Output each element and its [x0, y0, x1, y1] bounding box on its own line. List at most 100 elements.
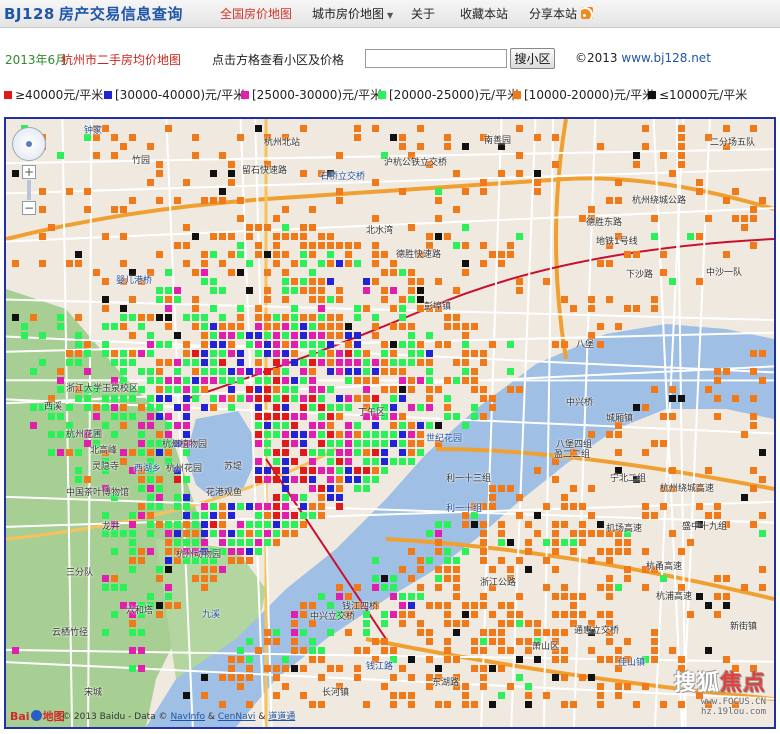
price-cell[interactable]	[381, 638, 388, 645]
price-cell[interactable]	[480, 359, 487, 366]
price-cell[interactable]	[192, 233, 199, 240]
price-cell[interactable]	[498, 629, 505, 636]
price-cell[interactable]	[588, 296, 595, 303]
price-cell[interactable]	[129, 512, 136, 519]
price-cell[interactable]	[345, 323, 352, 330]
price-cell[interactable]	[273, 386, 280, 393]
price-cell[interactable]	[228, 674, 235, 681]
price-cell[interactable]	[228, 395, 235, 402]
price-cell[interactable]	[12, 314, 19, 321]
price-cell[interactable]	[507, 368, 514, 375]
price-cell[interactable]	[273, 377, 280, 384]
price-cell[interactable]	[381, 584, 388, 591]
price-cell[interactable]	[417, 305, 424, 312]
price-cell[interactable]	[201, 377, 208, 384]
price-cell[interactable]	[570, 539, 577, 546]
price-cell[interactable]	[651, 440, 658, 447]
price-cell[interactable]	[300, 467, 307, 474]
price-cell[interactable]	[183, 539, 190, 546]
price-cell[interactable]	[84, 368, 91, 375]
price-cell[interactable]	[165, 386, 172, 393]
price-cell[interactable]	[147, 494, 154, 501]
price-cell[interactable]	[408, 431, 415, 438]
price-cell[interactable]	[75, 260, 82, 267]
price-cell[interactable]	[192, 305, 199, 312]
price-cell[interactable]	[408, 323, 415, 330]
price-cell[interactable]	[327, 602, 334, 609]
price-cell[interactable]	[525, 548, 532, 555]
price-cell[interactable]	[462, 143, 469, 150]
price-cell[interactable]	[174, 503, 181, 510]
price-cell[interactable]	[291, 323, 298, 330]
price-cell[interactable]	[30, 314, 37, 321]
price-cell[interactable]	[363, 305, 370, 312]
price-cell[interactable]	[246, 521, 253, 528]
price-cell[interactable]	[426, 602, 433, 609]
price-cell[interactable]	[669, 395, 676, 402]
price-cell[interactable]	[372, 323, 379, 330]
price-cell[interactable]	[345, 467, 352, 474]
price-cell[interactable]	[498, 647, 505, 654]
price-cell[interactable]	[408, 575, 415, 582]
price-cell[interactable]	[498, 260, 505, 267]
price-cell[interactable]	[300, 476, 307, 483]
price-cell[interactable]	[255, 341, 262, 348]
price-cell[interactable]	[192, 152, 199, 159]
price-cell[interactable]	[660, 269, 667, 276]
price-cell[interactable]	[345, 341, 352, 348]
price-cell[interactable]	[273, 359, 280, 366]
price-cell[interactable]	[111, 152, 118, 159]
price-cell[interactable]	[156, 287, 163, 294]
price-cell[interactable]	[147, 548, 154, 555]
price-cell[interactable]	[102, 305, 109, 312]
price-cell[interactable]	[264, 224, 271, 231]
price-cell[interactable]	[147, 521, 154, 528]
price-cell[interactable]	[84, 206, 91, 213]
price-cell[interactable]	[255, 647, 262, 654]
price-cell[interactable]	[300, 170, 307, 177]
price-cell[interactable]	[462, 269, 469, 276]
price-cell[interactable]	[318, 503, 325, 510]
price-cell[interactable]	[273, 260, 280, 267]
price-cell[interactable]	[579, 215, 586, 222]
price-cell[interactable]	[705, 215, 712, 222]
price-cell[interactable]	[642, 548, 649, 555]
price-cell[interactable]	[462, 332, 469, 339]
price-cell[interactable]	[12, 260, 19, 267]
price-cell[interactable]	[363, 359, 370, 366]
price-cell[interactable]	[507, 566, 514, 573]
price-cell[interactable]	[345, 332, 352, 339]
price-cell[interactable]	[246, 656, 253, 663]
price-cell[interactable]	[417, 143, 424, 150]
price-cell[interactable]	[273, 323, 280, 330]
price-cell[interactable]	[723, 575, 730, 582]
price-cell[interactable]	[228, 170, 235, 177]
price-cell[interactable]	[75, 350, 82, 357]
price-cell[interactable]	[381, 611, 388, 618]
price-cell[interactable]	[381, 467, 388, 474]
price-cell[interactable]	[597, 323, 604, 330]
price-cell[interactable]	[579, 674, 586, 681]
price-cell[interactable]	[336, 431, 343, 438]
price-cell[interactable]	[480, 665, 487, 672]
price-cell[interactable]	[318, 593, 325, 600]
price-cell[interactable]	[30, 404, 37, 411]
price-cell[interactable]	[417, 296, 424, 303]
price-cell[interactable]	[417, 566, 424, 573]
price-cell[interactable]	[426, 404, 433, 411]
price-cell[interactable]	[381, 251, 388, 258]
price-cell[interactable]	[300, 359, 307, 366]
price-cell[interactable]	[300, 395, 307, 402]
price-cell[interactable]	[246, 341, 253, 348]
price-cell[interactable]	[633, 404, 640, 411]
price-cell[interactable]	[534, 530, 541, 537]
price-cell[interactable]	[138, 449, 145, 456]
price-cell[interactable]	[399, 314, 406, 321]
price-cell[interactable]	[345, 377, 352, 384]
price-cell[interactable]	[156, 404, 163, 411]
price-cell[interactable]	[480, 593, 487, 600]
price-cell[interactable]	[192, 386, 199, 393]
price-cell[interactable]	[417, 629, 424, 636]
price-cell[interactable]	[201, 566, 208, 573]
price-cell[interactable]	[372, 332, 379, 339]
